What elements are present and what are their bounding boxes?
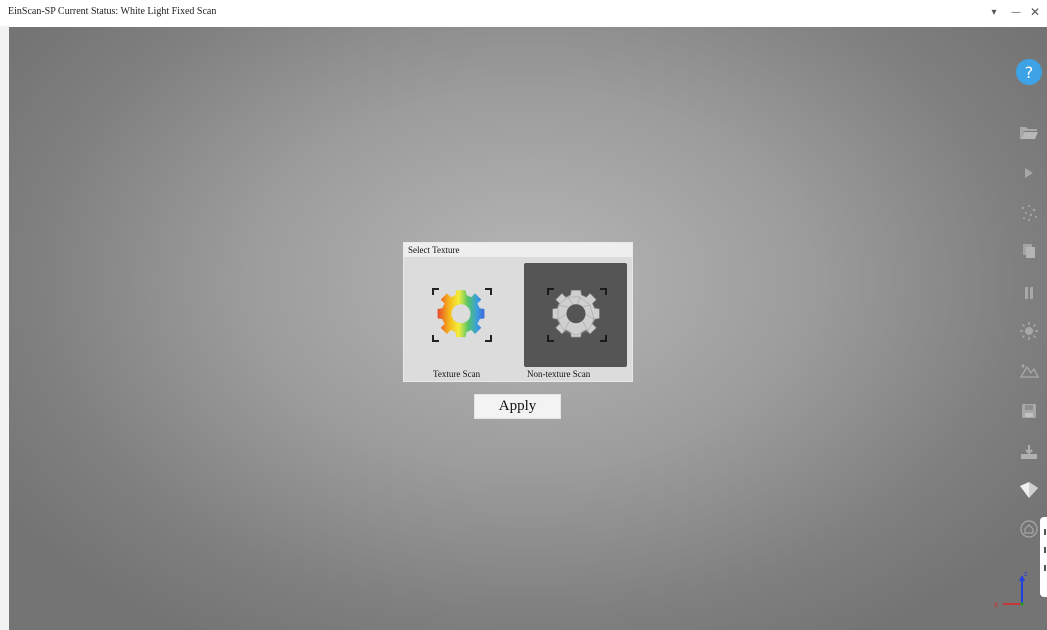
apply-button[interactable]: Apply [474, 394, 561, 419]
view-cube-icon[interactable] [1018, 479, 1040, 501]
texture-scan-label: Texture Scan [433, 369, 481, 379]
align-icon[interactable] [1018, 360, 1040, 382]
play-icon[interactable] [1018, 162, 1040, 184]
texture-gear-icon [432, 288, 492, 342]
texture-scan-option[interactable] [409, 263, 512, 367]
dropdown-icon[interactable]: ▾ [985, 3, 1003, 21]
dialog-header: Select Texture [404, 243, 632, 257]
window-title: EinScan-SP Current Status: White Light F… [8, 6, 217, 17]
save-icon[interactable] [1018, 400, 1040, 422]
dialog-title: Select Texture [408, 245, 460, 255]
side-panel-tab[interactable] [1040, 517, 1047, 597]
brightness-icon[interactable] [1018, 320, 1040, 342]
axis-z-label: Z [1024, 572, 1028, 578]
pause-icon[interactable] [1018, 282, 1040, 304]
non-texture-gear-icon [547, 288, 607, 342]
copy-icon[interactable] [1018, 240, 1040, 262]
select-texture-dialog: Select Texture Texture Scan Non-texture … [403, 242, 633, 382]
minimize-button[interactable]: — [1007, 3, 1025, 21]
non-texture-scan-option[interactable] [524, 263, 627, 367]
app-window: EinScan-SP Current Status: White Light F… [0, 0, 1047, 630]
export-icon[interactable] [1018, 441, 1040, 463]
help-button[interactable]: ? [1016, 59, 1042, 85]
non-texture-scan-label: Non-texture Scan [527, 369, 591, 379]
title-bar: EinScan-SP Current Status: White Light F… [0, 0, 1047, 26]
axis-indicator-icon: X Z [994, 572, 1028, 609]
left-edge [0, 26, 9, 630]
folder-open-icon[interactable] [1018, 121, 1040, 143]
home-icon[interactable] [1018, 518, 1040, 540]
point-cloud-icon[interactable] [1018, 202, 1040, 224]
close-button[interactable]: ✕ [1026, 3, 1044, 21]
axis-x-label: X [994, 602, 998, 609]
